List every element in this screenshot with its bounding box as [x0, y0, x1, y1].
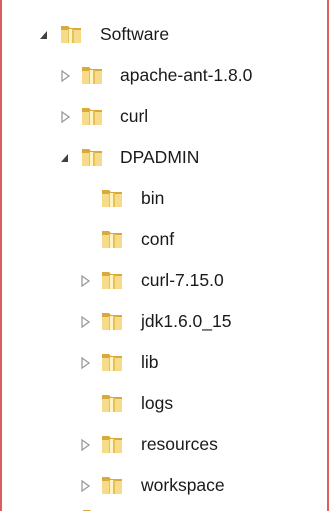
tree-node-apache-ant[interactable]: apache-ant-1.8.0: [2, 61, 327, 93]
collapsed-arrow-icon[interactable]: [78, 479, 92, 493]
tree-node-dpadmin[interactable]: DPADMIN: [2, 143, 327, 175]
tree-node-lib[interactable]: lib: [2, 348, 327, 380]
tree-node-bin[interactable]: bin: [2, 184, 327, 216]
folder-icon: [102, 313, 122, 330]
expanded-arrow-icon[interactable]: [37, 28, 51, 42]
tree-node-curl-7-15-0[interactable]: curl-7.15.0: [2, 266, 327, 298]
tree-node-label: DPADMIN: [120, 147, 200, 167]
collapsed-arrow-icon[interactable]: [78, 356, 92, 370]
collapsed-arrow-icon[interactable]: [58, 69, 72, 83]
tree-node-logs[interactable]: logs: [2, 389, 327, 421]
collapsed-arrow-icon[interactable]: [78, 274, 92, 288]
tree-node-label: jdk1.6.0_15: [141, 311, 232, 331]
tree-node-label: Software: [100, 24, 170, 44]
tree-node-label: bin: [141, 188, 165, 208]
tree-node-jdk[interactable]: jdk1.6.0_15: [2, 307, 327, 339]
folder-icon: [102, 436, 122, 453]
tree-node-label: lib: [141, 352, 159, 372]
tree-node-label: workspace: [141, 475, 225, 495]
folder-icon: [82, 67, 102, 84]
folder-icon: [82, 108, 102, 125]
collapsed-arrow-icon[interactable]: [58, 110, 72, 124]
tree-node-software[interactable]: Software: [2, 20, 327, 52]
folder-icon: [102, 272, 122, 289]
tree-node-workspace[interactable]: workspace: [2, 471, 327, 503]
folder-icon: [83, 510, 91, 511]
tree-node-label: apache-ant-1.8.0: [120, 65, 253, 85]
expanded-arrow-icon[interactable]: [58, 151, 72, 165]
collapsed-arrow-icon[interactable]: [78, 438, 92, 452]
tree-node-conf[interactable]: conf: [2, 225, 327, 257]
explorer-tree-panel: Software apache-ant-1.8.0 curl DPADMIN b…: [0, 0, 329, 511]
folder-icon: [102, 190, 122, 207]
folder-icon: [61, 26, 81, 43]
tree-node-label: logs: [141, 393, 174, 413]
tree-node-label: resources: [141, 434, 218, 454]
folder-icon: [102, 477, 122, 494]
folder-icon: [82, 149, 102, 166]
folder-icon: [102, 231, 122, 248]
tree-node-resources[interactable]: resources: [2, 430, 327, 462]
tree-node-curl[interactable]: curl: [2, 102, 327, 134]
folder-icon: [102, 395, 122, 412]
folder-icon: [102, 354, 122, 371]
tree-node-label: curl-7.15.0: [141, 270, 224, 290]
tree-node-label: curl: [120, 106, 149, 126]
collapsed-arrow-icon[interactable]: [78, 315, 92, 329]
tree-node-label: conf: [141, 229, 175, 249]
